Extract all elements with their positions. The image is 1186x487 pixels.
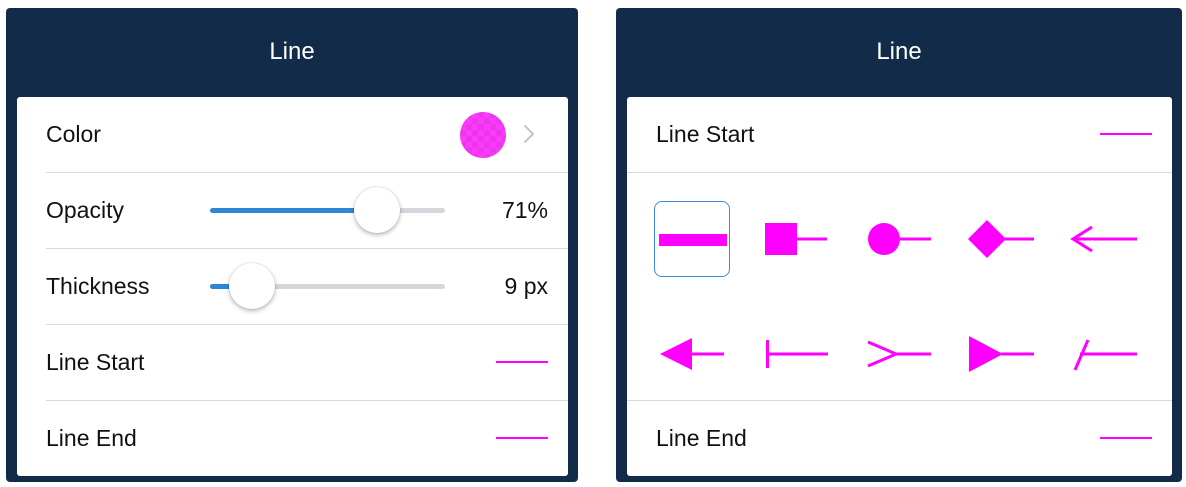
opacity-slider[interactable] (210, 187, 445, 233)
line-start-preview (1100, 133, 1152, 135)
line-start-row[interactable]: Line Start (17, 325, 568, 400)
line-style-option[interactable] (860, 316, 936, 392)
line-style-none-icon (659, 234, 727, 246)
line-start-label: Line Start (46, 349, 145, 375)
opacity-label: Opacity (46, 197, 124, 223)
color-swatch[interactable] (460, 112, 506, 158)
line-style-circle-icon (868, 223, 931, 255)
line-end-preview (496, 437, 548, 439)
opacity-row: Opacity 71% (17, 173, 568, 248)
line-end-label: Line End (656, 425, 747, 451)
color-label: Color (46, 121, 101, 147)
line-end-row[interactable]: Line End (17, 401, 568, 476)
thickness-slider[interactable] (210, 263, 445, 309)
color-row[interactable]: Color (17, 97, 568, 172)
line-style-option[interactable] (1066, 201, 1142, 277)
line-style-option[interactable] (757, 201, 833, 277)
line-end-label: Line End (46, 425, 137, 451)
thickness-value: 9 px (504, 273, 548, 299)
line-style-diamond-icon (968, 220, 1034, 258)
line-style-option[interactable] (654, 316, 730, 392)
settings-card: Color Opacity 71% Thickness 9 px Line St… (17, 97, 568, 476)
thickness-label: Thickness (46, 273, 150, 299)
settings-card: Line Start Line End (627, 97, 1172, 476)
line-start-preview (496, 361, 548, 363)
line-style-reverse-closed-arrow-icon (969, 336, 1034, 372)
line-style-option[interactable] (963, 201, 1039, 277)
thickness-row: Thickness 9 px (17, 249, 568, 324)
slider-thumb[interactable] (354, 187, 400, 233)
line-style-slash-icon (1073, 339, 1137, 371)
line-style-option[interactable] (654, 201, 730, 277)
line-style-butt-icon (766, 340, 828, 368)
line-style-square-icon (765, 223, 827, 255)
line-style-open-arrow-icon (1070, 225, 1137, 253)
slider-fill (210, 208, 377, 213)
slider-thumb[interactable] (229, 263, 275, 309)
line-start-label: Line Start (656, 121, 755, 147)
line-start-picker-panel: Line Line Start Line End (616, 8, 1182, 482)
line-style-option[interactable] (757, 316, 833, 392)
nav-title: Line (269, 38, 315, 65)
line-style-closed-arrow-icon (660, 338, 724, 370)
chevron-right-icon (524, 125, 534, 143)
line-settings-panel: Line Color Opacity 71% Thickness 9 px Li… (6, 8, 578, 482)
line-end-preview (1100, 437, 1152, 439)
line-end-row[interactable]: Line End (627, 401, 1172, 476)
divider (627, 172, 1172, 173)
line-style-option[interactable] (1066, 316, 1142, 392)
line-start-row[interactable]: Line Start (627, 97, 1172, 172)
nav-title: Line (876, 38, 922, 65)
line-style-reverse-open-arrow-icon (867, 340, 931, 368)
line-style-option[interactable] (860, 201, 936, 277)
line-style-option[interactable] (963, 316, 1039, 392)
opacity-value: 71% (501, 197, 548, 223)
